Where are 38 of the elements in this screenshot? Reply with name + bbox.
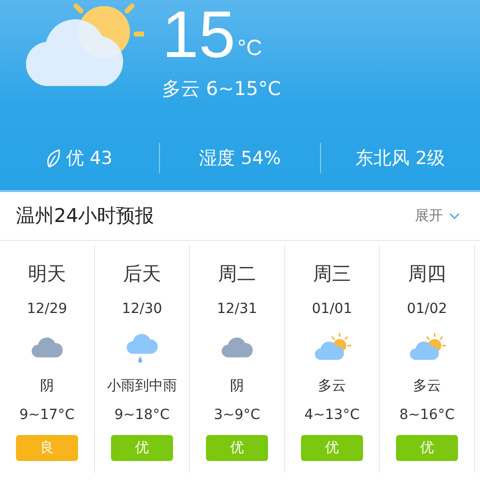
day-name: 周三 — [313, 262, 351, 287]
day-name: 后天 — [123, 262, 161, 287]
day-name: 周二 — [218, 262, 256, 287]
temperature-range: 3~9°C — [214, 407, 260, 423]
day-date: 12/29 — [26, 301, 68, 317]
leaf-icon — [46, 148, 60, 168]
day-name: 明天 — [28, 262, 66, 287]
current-temperature: 15 — [162, 4, 236, 64]
air-quality-badge: 优 — [301, 435, 363, 461]
rain-cloud-icon — [124, 332, 160, 362]
temperature-range: 9~18°C — [114, 407, 170, 423]
temperature-range: 9~17°C — [19, 407, 75, 423]
weather-condition: 多云 — [318, 377, 346, 395]
weather-condition: 小雨到中雨 — [107, 377, 177, 395]
weather-condition: 多云 — [413, 377, 441, 395]
air-quality-badge: 良 — [16, 435, 78, 461]
sun-cloud-icon — [408, 332, 446, 362]
weather-stat: 东北风 2级 — [356, 147, 445, 170]
day-name: 周四 — [408, 262, 446, 287]
day-date: 01/02 — [406, 301, 448, 317]
day-date: 01/01 — [312, 301, 352, 317]
temperature-range: 8~16°C — [399, 407, 455, 423]
day-date: 12/30 — [122, 301, 162, 317]
chevron-down-icon — [449, 212, 460, 220]
temperature-range: 4~13°C — [304, 407, 360, 423]
air-quality: 优 43 — [66, 147, 112, 170]
air-quality-badge: 优 — [396, 435, 458, 461]
air-quality-badge: 优 — [111, 435, 173, 461]
expand-button[interactable]: 展开 — [411, 205, 464, 227]
air-quality-badge: 优 — [206, 435, 268, 461]
weather-condition: 阴 — [40, 377, 54, 395]
temperature-unit: °C — [237, 36, 262, 60]
day-date: 12/31 — [216, 301, 258, 317]
weather-condition: 阴 — [230, 377, 244, 395]
weather-stat: 湿度 54% — [199, 147, 281, 170]
sun-cloud-icon — [313, 332, 351, 362]
weather-summary: 多云 6~15°C — [162, 77, 281, 102]
forecast-title: 温州24小时预报 — [16, 204, 154, 229]
